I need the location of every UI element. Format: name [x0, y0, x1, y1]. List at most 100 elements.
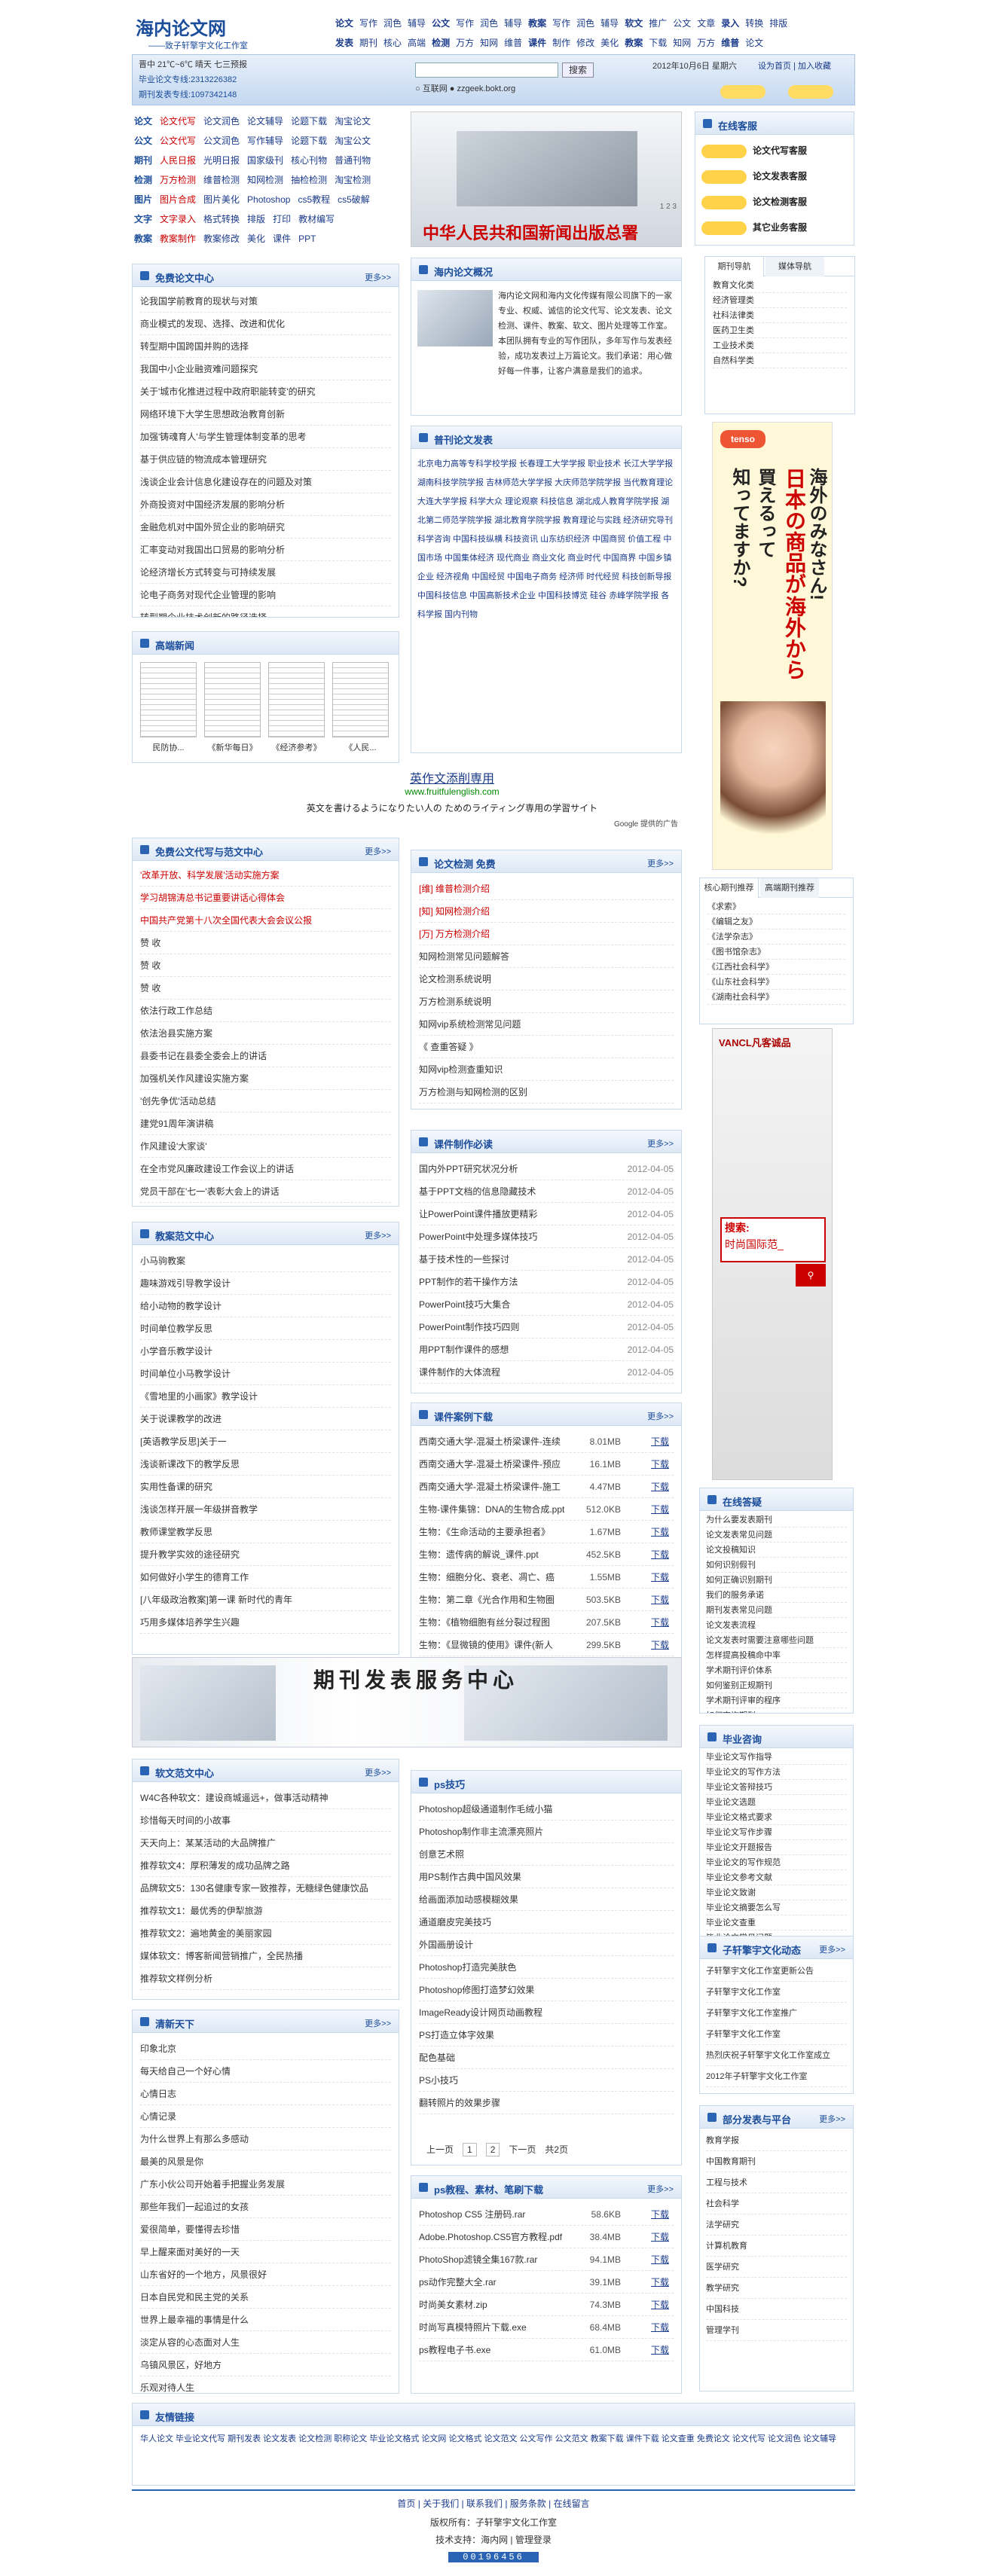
top-nav-link[interactable]: 修改	[576, 38, 594, 48]
item-title[interactable]: 毕业论文的写作方法	[706, 1768, 781, 1777]
list-item[interactable]: 子轩擎宇文化工作室更新公告	[706, 1961, 847, 1982]
item-title[interactable]: 毕业论文答辩技巧	[706, 1783, 772, 1792]
item-title[interactable]: 万方检测与知网检测的区别	[419, 1087, 527, 1097]
list-item[interactable]: 山东省好的一个地方，风景很好	[140, 2263, 391, 2286]
item-title[interactable]: Photoshop CS5 注册码.rar	[419, 2209, 525, 2220]
list-item[interactable]: 转型期企业技术创新的路径选择	[140, 606, 391, 617]
list-item[interactable]: 法学研究	[706, 2214, 847, 2236]
search-input[interactable]	[415, 63, 558, 78]
item-title[interactable]: 基于供应链的物流成本管理研究	[140, 454, 267, 465]
list-item[interactable]: 每天给自己一个好心情	[140, 2060, 391, 2083]
item-title[interactable]: 如何鉴别正规期刊	[706, 1681, 772, 1690]
list-item[interactable]: 党员干部在'七一'表彰大会上的讲话	[140, 1180, 391, 1203]
list-item[interactable]: 心情日志	[140, 2083, 391, 2105]
item-title[interactable]: 学术期刊评审的程序	[706, 1696, 781, 1705]
list-item[interactable]: '创先争优'活动总结	[140, 1090, 391, 1113]
list-item[interactable]: 热烈庆祝子轩擎宇文化工作室成立	[706, 2045, 847, 2066]
service-label[interactable]: 其它业务客服	[753, 222, 807, 233]
list-item[interactable]: 计算机教育	[706, 2236, 847, 2257]
list-item[interactable]: 乐观对待人生	[140, 2376, 391, 2393]
top-nav-link[interactable]: 核心	[383, 38, 402, 48]
item-title[interactable]: 每天给自己一个好心情	[140, 2066, 231, 2077]
item-title[interactable]: [万] 万方检测介绍	[419, 929, 490, 939]
item-title[interactable]: [八年级政治教案]第一课 新时代的青年	[140, 1595, 292, 1605]
top-nav-link[interactable]: 高端	[408, 38, 426, 48]
list-item[interactable]: 给画面添加动感模糊效果	[419, 1888, 674, 1911]
item-title[interactable]: 给画面添加动感模糊效果	[419, 1894, 518, 1905]
more-link[interactable]: 更多>>	[365, 2017, 391, 2029]
item-title[interactable]: 世界上最幸福的事情是什么	[140, 2315, 249, 2325]
list-item[interactable]: 国内外PPT研究状况分析 2012-04-05	[419, 1158, 674, 1180]
list-item[interactable]: 建党91周年演讲稿	[140, 1113, 391, 1135]
list-item[interactable]: 论经济增长方式转变与可持续发展	[140, 561, 391, 584]
left-nav-link[interactable]: 教案修改	[203, 233, 240, 244]
item-title[interactable]: 毕业论文参考文献	[706, 1873, 772, 1882]
list-item[interactable]: 毕业论文选题	[706, 1795, 847, 1810]
item-title[interactable]: 论文发表常见问题	[706, 1531, 772, 1540]
item-title[interactable]: Photoshop修图打造梦幻效果	[419, 1985, 534, 1995]
list-item[interactable]: 那些年我们一起追过的女孩	[140, 2196, 391, 2218]
download-link[interactable]: 下载	[651, 2248, 669, 2270]
top-nav-link[interactable]: 下载	[649, 38, 667, 48]
download-link[interactable]: 下载	[651, 2203, 669, 2225]
item-title[interactable]: 管理学刊	[706, 2326, 739, 2335]
item-title[interactable]: 学习胡锦涛总书记重要讲话心得体会	[140, 893, 285, 903]
item-title[interactable]: [英语教学反思]关于一	[140, 1436, 227, 1447]
banner-pager[interactable]: 1 2 3	[660, 203, 677, 211]
item-title[interactable]: 建党91周年演讲稿	[140, 1119, 213, 1129]
item-title[interactable]: 论我国学前教育的现状与对策	[140, 296, 258, 307]
list-item[interactable]: 心情记录	[140, 2105, 391, 2128]
ad-url[interactable]: www.fruitfulenglish.com	[226, 786, 678, 797]
item-title[interactable]: 配色基础	[419, 2053, 455, 2063]
item-title[interactable]: 时间单位教学反思	[140, 1323, 212, 1334]
pager-item[interactable]: 上一页	[426, 2144, 454, 2155]
item-title[interactable]: 如何做好小学生的德育工作	[140, 1572, 249, 1583]
list-item[interactable]: 学术期刊评审的程序	[706, 1693, 847, 1708]
item-title[interactable]: 乐观对待人生	[140, 2382, 194, 2393]
left-nav-link[interactable]: 普通刊物	[335, 155, 371, 166]
list-item[interactable]: 医药卫生类	[713, 323, 847, 338]
item-title[interactable]: 论文发表流程	[706, 1621, 756, 1630]
item-title[interactable]: 子轩擎宇文化工作室推广	[706, 2009, 797, 2018]
list-item[interactable]: 《湖南社会科学》	[707, 990, 845, 1005]
list-item[interactable]: 毕业论文摘要怎么写	[706, 1900, 847, 1915]
tab[interactable]: 期刊导航	[705, 257, 764, 276]
home-links[interactable]: 设为首页 | 加入收藏	[758, 60, 831, 72]
item-title[interactable]: 《图书馆杂志》	[707, 948, 765, 957]
list-item[interactable]: 论文发表常见问题	[706, 1528, 847, 1543]
item-title[interactable]: 西南交通大学-混凝土桥梁课件-连续	[419, 1436, 561, 1447]
list-item[interactable]: [万] 万方检测介绍	[419, 923, 674, 945]
list-item[interactable]: 生物-课件集锦：DNA的生物合成.ppt 512.0KB 下载	[419, 1498, 674, 1521]
item-title[interactable]: 时尚写真模特照片下载.exe	[419, 2322, 527, 2333]
item-title[interactable]: 我们的服务承诺	[706, 1591, 764, 1600]
qq-online-icon[interactable]	[720, 85, 765, 99]
top-nav-link[interactable]: 万方	[697, 38, 715, 48]
list-item[interactable]: 社会科学	[706, 2193, 847, 2214]
left-nav-link[interactable]: 打印	[273, 214, 291, 224]
list-item[interactable]: 基于供应链的物流成本管理研究	[140, 448, 391, 471]
list-item[interactable]: 怎样提高投稿命中率	[706, 1648, 847, 1663]
list-item[interactable]: Photoshop超级通道制作毛绒小猫	[419, 1798, 674, 1821]
list-item[interactable]: 通道磨皮完美技巧	[419, 1911, 674, 1934]
item-title[interactable]: 课件制作的大体流程	[419, 1367, 500, 1378]
list-item[interactable]: 生物：《显微镜的使用》课件(新人 299.5KB 下载	[419, 1634, 674, 1656]
left-nav-link[interactable]: 光明日报	[203, 155, 240, 166]
left-nav-link[interactable]: 写作辅导	[247, 136, 283, 146]
item-title[interactable]: 基于PPT文档的信息隐藏技术	[419, 1186, 536, 1197]
item-title[interactable]: 依法治县实施方案	[140, 1028, 212, 1039]
news-caption[interactable]: 《经济参考》	[268, 741, 325, 753]
left-nav-link[interactable]: 公文润色	[203, 136, 240, 146]
list-item[interactable]: 如何鉴别正规期刊	[706, 1678, 847, 1693]
item-title[interactable]: ps教程电子书.exe	[419, 2345, 490, 2355]
item-title[interactable]: ImageReady设计网页动画教程	[419, 2007, 542, 2018]
list-item[interactable]: 县委书记在县委全委会上的讲话	[140, 1045, 391, 1067]
item-title[interactable]: 生物：细胞分化、衰老、凋亡、癌	[419, 1572, 555, 1583]
list-item[interactable]: 给小动物的教学设计	[140, 1295, 391, 1317]
download-link[interactable]: 下载	[651, 1611, 669, 1633]
more-link[interactable]: 更多>>	[647, 1137, 674, 1149]
top-nav-link[interactable]: 公文	[673, 18, 691, 29]
item-title[interactable]: 乌镇风景区，好地方	[140, 2360, 222, 2370]
list-item[interactable]: 转型期中国跨国并购的选择	[140, 335, 391, 358]
news-thumbnail[interactable]	[204, 662, 261, 737]
top-nav-link[interactable]: 制作	[552, 38, 570, 48]
